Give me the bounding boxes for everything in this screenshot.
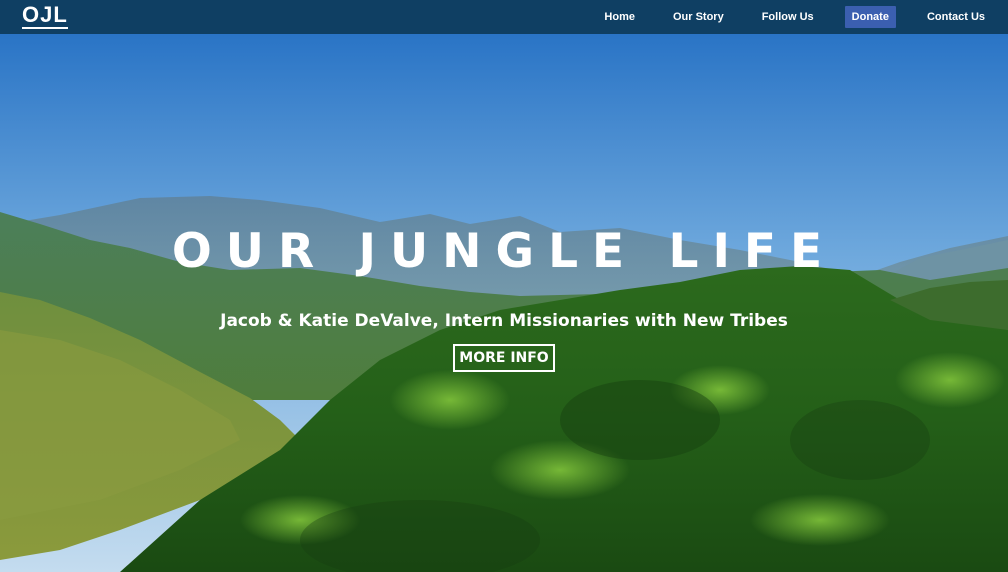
nav-links: Home Our Story Follow Us Donate Contact … (597, 0, 1008, 34)
top-navbar: OJL Home Our Story Follow Us Donate Cont… (0, 0, 1008, 34)
nav-item-our-story[interactable]: Our Story (666, 6, 731, 28)
nav-item-home[interactable]: Home (597, 6, 642, 28)
hero-title: OUR JUNGLE LIFE (171, 224, 837, 279)
more-info-button[interactable]: MORE INFO (453, 344, 555, 372)
nav-item-follow-us[interactable]: Follow Us (755, 6, 821, 28)
site-logo[interactable]: OJL (22, 3, 68, 29)
more-info-container: MORE INFO (0, 344, 1008, 372)
nav-item-donate[interactable]: Donate (844, 6, 896, 28)
hero-subtitle: Jacob & Katie DeValve, Intern Missionari… (220, 311, 788, 331)
hero-background-image (0, 0, 1008, 572)
page: OJL Home Our Story Follow Us Donate Cont… (0, 0, 1008, 572)
nav-item-contact-us[interactable]: Contact Us (920, 6, 992, 28)
